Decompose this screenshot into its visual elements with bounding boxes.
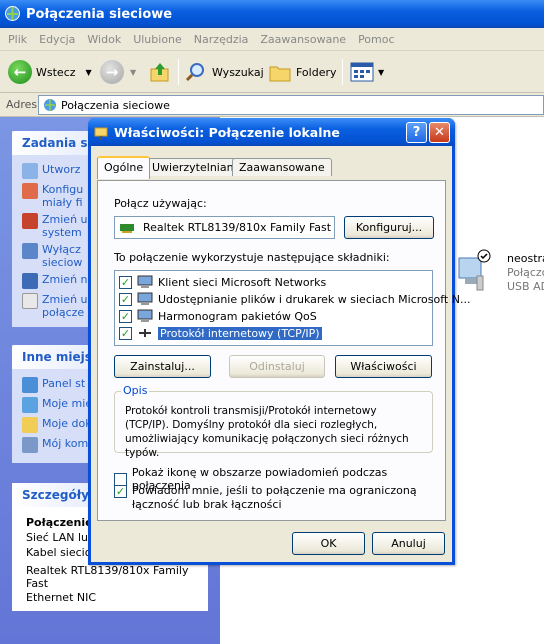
- tab-advanced[interactable]: Zaawansowane: [232, 158, 332, 176]
- service-icon: [137, 309, 153, 322]
- address-label: Adres: [6, 98, 38, 111]
- components-label: To połączenie wykorzystuje następujące s…: [114, 251, 390, 264]
- protocol-icon: [139, 329, 151, 337]
- component-item[interactable]: ✓ Udostępnianie plików i drukarek w siec…: [119, 291, 470, 307]
- uninstall-button[interactable]: Odinstaluj: [229, 355, 325, 378]
- address-input[interactable]: Połączenia sieciowe: [38, 95, 544, 115]
- properties-button[interactable]: Właściwości: [335, 355, 432, 378]
- back-arrow-icon: ←: [8, 60, 32, 84]
- tab-general[interactable]: Ogólne: [97, 156, 151, 179]
- menu-favorites[interactable]: Ulubione: [127, 33, 188, 46]
- toolbar: ← Wstecz ▼ → ▼ Wyszukaj Foldery ▼: [0, 51, 544, 93]
- window-title-bar[interactable]: Połączenia sieciowe: [0, 0, 544, 28]
- client-icon: [137, 275, 153, 288]
- menu-tools[interactable]: Narzędzia: [188, 33, 255, 46]
- new-connection-icon: [22, 163, 38, 179]
- connection-name[interactable]: neostra: [507, 252, 544, 265]
- connect-using-label: Połącz używając:: [114, 197, 207, 210]
- file-sharing-icon: [137, 292, 153, 305]
- cancel-button[interactable]: Anuluj: [372, 532, 445, 555]
- component-checkbox[interactable]: ✓: [119, 309, 132, 323]
- views-icon: [350, 62, 374, 82]
- disable-device-icon: [22, 243, 38, 259]
- dialog-body: Ogólne Uwierzytelnianie Zaawansowane Poł…: [91, 146, 470, 562]
- properties-icon: [22, 293, 38, 309]
- adapter-field: Realtek RTL8139/810x Family Fast: [114, 216, 335, 239]
- component-item-selected[interactable]: ✓ Protokół internetowy (TCP/IP): [119, 325, 322, 341]
- configure-button[interactable]: Konfiguruj...: [344, 216, 434, 239]
- menu-file[interactable]: Plik: [2, 33, 33, 46]
- forward-button[interactable]: → ▼: [100, 57, 136, 87]
- chevron-down-icon: ▼: [85, 67, 92, 77]
- components-list[interactable]: ✓ Klient sieci Microsoft Networks ✓ Udos…: [114, 270, 470, 346]
- menu-edit[interactable]: Edycja: [33, 33, 81, 46]
- folders-button[interactable]: Foldery: [268, 57, 337, 87]
- network-adapter-icon[interactable]: [455, 248, 495, 294]
- menu-bar: Plik Edycja Widok Ulubione Narzędzia Zaa…: [0, 28, 544, 51]
- home-network-icon: [22, 183, 38, 199]
- general-panel: Połącz używając: Realtek RTL8139/810x Fa…: [97, 180, 470, 521]
- connection-type: Połączo: [507, 266, 544, 279]
- detail-device-2: Ethernet NIC: [26, 591, 97, 604]
- description-title: Opis: [121, 384, 150, 397]
- close-button[interactable]: ✕: [429, 122, 450, 143]
- component-checkbox[interactable]: ✓: [119, 326, 132, 340]
- notify-option[interactable]: ✓ Powiadom mnie, jeśli to połączenie ma …: [114, 484, 432, 512]
- up-folder-button[interactable]: [148, 57, 172, 87]
- ok-button[interactable]: OK: [292, 532, 365, 555]
- component-checkbox[interactable]: ✓: [119, 292, 132, 306]
- search-button[interactable]: Wyszukaj: [184, 57, 264, 87]
- lan-icon: [94, 127, 108, 140]
- adapter-name: Realtek RTL8139/810x Family Fast: [143, 221, 332, 234]
- component-item[interactable]: ✓ Harmonogram pakietów QoS: [119, 308, 317, 324]
- properties-dialog: Właściwości: Połączenie lokalne ? ✕ Ogól…: [88, 118, 470, 565]
- notify-checkbox[interactable]: ✓: [114, 485, 127, 498]
- network-connections-icon: [5, 6, 20, 21]
- chevron-down-icon: ▼: [378, 67, 385, 77]
- window-title: Połączenia sieciowe: [26, 6, 173, 22]
- menu-help[interactable]: Pomoc: [352, 33, 400, 46]
- firewall-icon: [22, 213, 38, 229]
- back-button[interactable]: ← Wstecz ▼: [8, 57, 92, 87]
- network-card-icon: [120, 223, 134, 233]
- chevron-down-icon: ▼: [130, 67, 137, 77]
- address-value: Połączenia sieciowe: [61, 98, 170, 112]
- menu-advanced[interactable]: Zaawansowane: [254, 33, 352, 46]
- folder-up-icon: [150, 63, 169, 82]
- dialog-title: Właściwości: Połączenie lokalne: [114, 124, 340, 140]
- menu-view[interactable]: Widok: [81, 33, 127, 46]
- search-icon: [185, 63, 204, 82]
- component-checkbox[interactable]: ✓: [119, 275, 132, 289]
- network-connections-icon: [44, 99, 56, 111]
- help-button[interactable]: ?: [406, 122, 427, 143]
- install-button[interactable]: Zainstaluj...: [114, 355, 211, 378]
- documents-icon: [22, 417, 38, 433]
- control-panel-icon: [22, 377, 38, 393]
- forward-arrow-icon: →: [100, 60, 124, 84]
- notify-label: Powiadom mnie, jeśli to połączenie ma og…: [132, 484, 417, 511]
- folders-label: Foldery: [296, 65, 337, 79]
- dialog-title-bar[interactable]: Właściwości: Połączenie lokalne ? ✕: [88, 118, 455, 146]
- computer-icon: [22, 437, 38, 453]
- connection-status: USB AD: [507, 280, 544, 293]
- search-label: Wyszukaj: [212, 65, 264, 79]
- back-label: Wstecz: [36, 65, 76, 79]
- address-bar: Adres Połączenia sieciowe: [0, 93, 544, 117]
- network-places-icon: [22, 397, 38, 413]
- folders-icon: [269, 66, 291, 82]
- component-item[interactable]: ✓ Klient sieci Microsoft Networks: [119, 274, 326, 290]
- views-button[interactable]: ▼: [350, 57, 384, 87]
- rename-icon: [22, 273, 38, 289]
- description-group: Opis Protokół kontroli transmisji/Protok…: [114, 384, 433, 459]
- description-text: Protokół kontroli transmisji/Protokół in…: [125, 405, 409, 459]
